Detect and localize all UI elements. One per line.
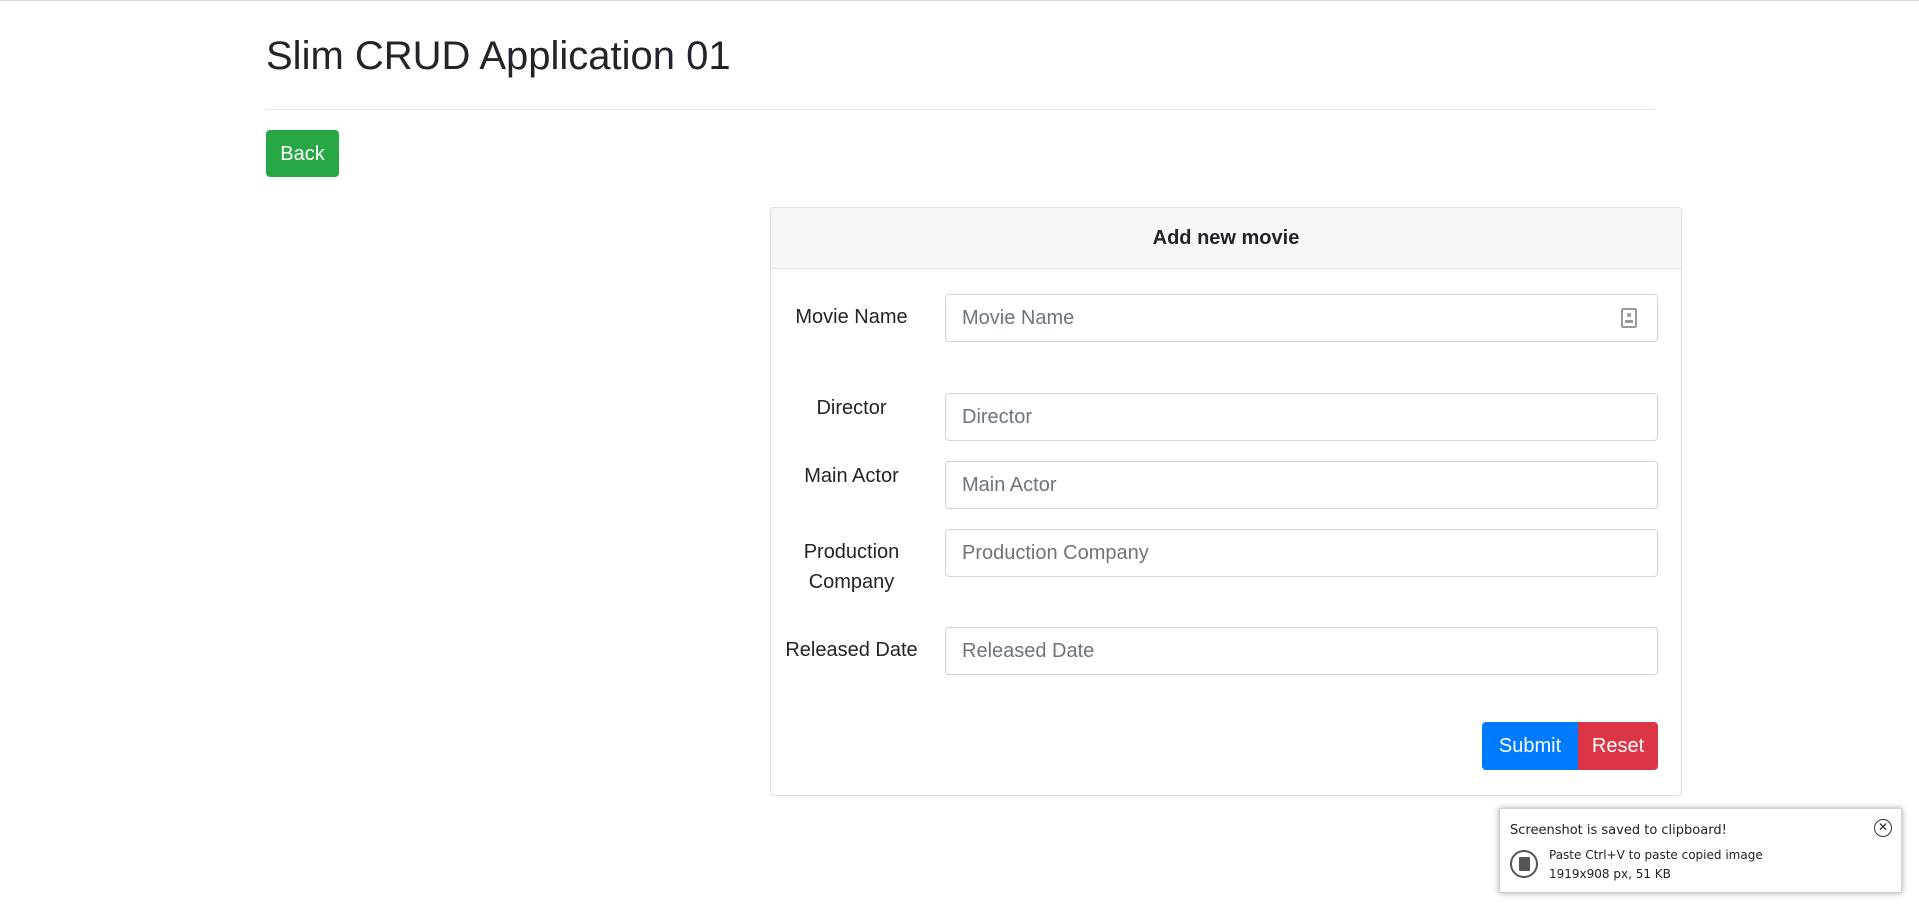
page-title: Slim CRUD Application 01 bbox=[266, 34, 731, 78]
autofill-contact-icon[interactable] bbox=[1621, 308, 1637, 328]
submit-button[interactable]: Submit bbox=[1482, 722, 1578, 770]
main-actor-input[interactable] bbox=[945, 461, 1658, 509]
top-border bbox=[0, 0, 1919, 1]
released-date-label: Released Date bbox=[785, 639, 918, 661]
movie-name-label: Movie Name bbox=[795, 306, 908, 328]
toast-title: Screenshot is saved to clipboard! bbox=[1510, 823, 1727, 838]
toast-instruction: Paste Ctrl+V to paste copied image bbox=[1549, 848, 1763, 862]
close-icon[interactable]: ✕ bbox=[1874, 819, 1892, 837]
clipboard-icon bbox=[1510, 850, 1538, 878]
released-date-input[interactable] bbox=[945, 627, 1658, 675]
title-divider bbox=[266, 109, 1655, 110]
movie-name-input[interactable] bbox=[945, 294, 1658, 342]
reset-button[interactable]: Reset bbox=[1578, 722, 1658, 770]
director-input[interactable] bbox=[945, 393, 1658, 441]
screenshot-toast: Screenshot is saved to clipboard! ✕ Past… bbox=[1499, 808, 1902, 893]
add-movie-card: Add new movie Movie Name Director Main A… bbox=[770, 207, 1682, 796]
main-actor-label: Main Actor bbox=[804, 465, 899, 487]
production-company-input[interactable] bbox=[945, 529, 1658, 577]
production-company-label: Production Company bbox=[803, 541, 900, 593]
toast-file-info: 1919x908 px, 51 KB bbox=[1549, 867, 1671, 881]
card-header: Add new movie bbox=[771, 208, 1681, 269]
back-button[interactable]: Back bbox=[266, 130, 339, 177]
director-label: Director bbox=[816, 397, 887, 419]
